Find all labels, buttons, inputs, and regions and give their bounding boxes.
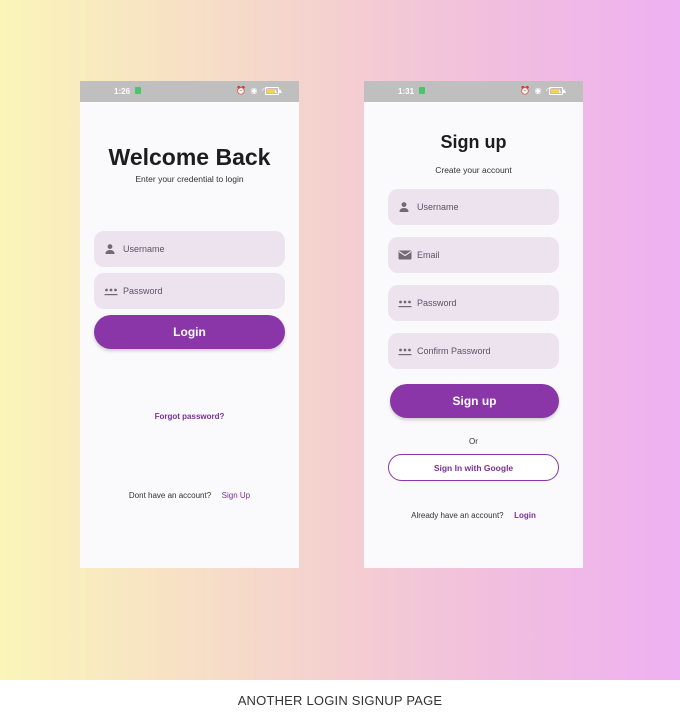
page-title: Welcome Back	[108, 144, 271, 170]
login-screen: 1:26 ⏰ ◉ ◠ ▴▴ Welcome Back Enter your cr…	[80, 81, 299, 568]
confirm-password-input[interactable]	[417, 333, 550, 369]
page-caption: ANOTHER LOGIN SIGNUP PAGE	[237, 693, 443, 708]
password-dots-icon	[398, 300, 412, 308]
password-field[interactable]	[94, 273, 285, 309]
have-account-text: Already have an account?	[411, 511, 504, 520]
mail-icon	[398, 250, 412, 260]
page-title: Sign up	[440, 132, 507, 152]
notification-icon	[135, 87, 141, 94]
person-icon	[399, 202, 409, 212]
login-prompt-row: Already have an account? Login	[364, 505, 583, 523]
page-subtitle: Create your account	[435, 165, 512, 175]
username-input[interactable]	[123, 231, 276, 267]
email-field[interactable]	[388, 237, 559, 273]
confirm-password-field[interactable]	[388, 333, 559, 369]
battery-icon	[549, 87, 563, 95]
username-field[interactable]	[388, 189, 559, 225]
no-account-text: Dont have an account?	[128, 491, 212, 500]
signup-button[interactable]: Sign up	[390, 384, 559, 418]
username-input[interactable]	[417, 189, 550, 225]
google-signin-button[interactable]: Sign In with Google	[388, 454, 559, 481]
password-input[interactable]	[417, 285, 550, 321]
username-field[interactable]	[94, 231, 285, 267]
email-input[interactable]	[417, 237, 550, 273]
person-icon	[105, 244, 115, 254]
password-input[interactable]	[123, 273, 276, 309]
status-time: 1:26	[114, 87, 131, 96]
signup-link[interactable]: Sign Up	[222, 491, 250, 500]
login-link[interactable]: Login	[514, 511, 536, 520]
password-dots-icon	[104, 288, 118, 296]
login-button[interactable]: Login	[94, 315, 285, 349]
battery-icon	[265, 87, 279, 95]
status-bar: 1:26 ⏰ ◉ ◠ ▴▴	[80, 81, 299, 102]
password-dots-icon	[398, 348, 412, 356]
or-divider: Or	[364, 431, 583, 449]
page-subtitle: Enter your credential to login	[135, 174, 244, 184]
status-time: 1:31	[398, 87, 415, 96]
forgot-password-link[interactable]: Forgot password?	[155, 412, 225, 421]
signup-prompt-row: Dont have an account? Sign Up	[80, 485, 299, 503]
signup-screen: 1:31 ⏰ ◉ ◠ ▴▴ Sign up Create your accoun…	[364, 81, 583, 568]
password-field[interactable]	[388, 285, 559, 321]
notification-icon	[419, 87, 425, 94]
forgot-password-row: Forgot password?	[80, 406, 299, 424]
status-bar: 1:31 ⏰ ◉ ◠ ▴▴	[364, 81, 583, 102]
or-text: Or	[469, 437, 478, 446]
